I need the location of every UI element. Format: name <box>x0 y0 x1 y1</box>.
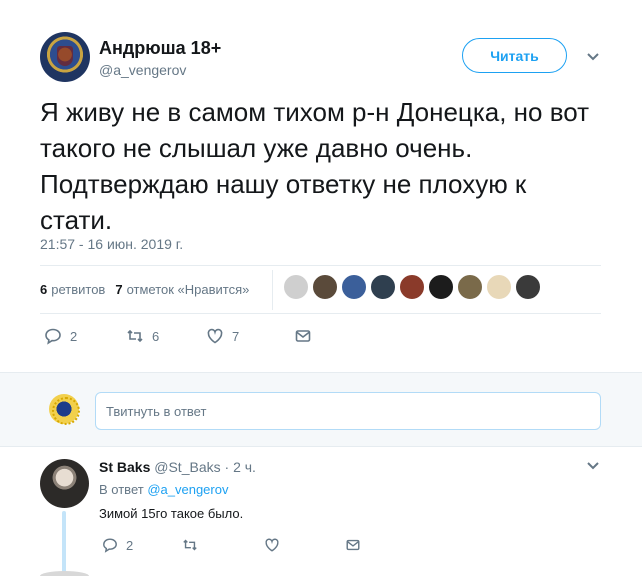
stats-separator <box>272 270 273 310</box>
tweet-actions: 2 6 7 <box>44 327 312 345</box>
liker-avatar[interactable] <box>515 274 541 300</box>
envelope-icon <box>295 330 311 342</box>
like-count: 7 <box>232 328 240 344</box>
retweet-icon <box>183 539 197 551</box>
reply-time[interactable]: 2 ч. <box>233 459 256 475</box>
next-reply-avatar <box>40 571 89 576</box>
likes-count: 7 <box>115 282 123 297</box>
reply-context-prefix: В ответ <box>99 482 144 497</box>
reply-icon <box>103 538 117 553</box>
current-user-avatar <box>49 394 80 425</box>
retweets-stat[interactable]: 6 ретвитов <box>40 282 105 297</box>
liker-avatar[interactable] <box>341 274 367 300</box>
retweets-count: 6 <box>40 282 48 297</box>
retweet-action[interactable] <box>182 537 264 553</box>
reply-icon <box>45 328 61 345</box>
author-handle[interactable]: @a_vengerov <box>99 62 186 78</box>
liker-avatar[interactable] <box>399 274 425 300</box>
likes-label: отметок «Нравится» <box>126 282 250 297</box>
chevron-down-icon[interactable] <box>586 52 600 62</box>
likers-avatars <box>283 274 544 300</box>
reply-action[interactable]: 2 <box>102 537 182 553</box>
main-tweet: Андрюша 18+ @a_vengerov Читать Я живу не… <box>0 0 642 372</box>
thread-line <box>62 511 66 576</box>
envelope-icon <box>346 539 360 551</box>
retweet-count: 6 <box>152 328 160 344</box>
liker-avatar[interactable] <box>428 274 454 300</box>
reply-actions: 2 <box>102 537 361 553</box>
likes-stat[interactable]: 7 отметок «Нравится» <box>115 282 249 297</box>
reply-compose: Твитнуть в ответ <box>0 372 642 447</box>
reply-context-link[interactable]: @a_vengerov <box>147 482 228 497</box>
author-name[interactable]: Андрюша 18+ <box>99 38 221 59</box>
liker-avatar[interactable] <box>486 274 512 300</box>
liker-avatar[interactable] <box>370 274 396 300</box>
retweets-label: ретвитов <box>51 282 106 297</box>
reply-author-name[interactable]: St Baks <box>99 459 150 475</box>
heart-icon <box>265 538 279 552</box>
reply-author-handle[interactable]: @St_Baks <box>154 459 220 475</box>
heart-icon <box>207 328 223 344</box>
tweet-stats: 6 ретвитов 7 отметок «Нравится» <box>40 282 249 297</box>
retweet-action[interactable]: 6 <box>126 327 206 345</box>
reply-header: St Baks @St_Baks · 2 ч. <box>99 459 256 475</box>
reply-count: 2 <box>70 328 78 344</box>
like-action[interactable]: 7 <box>206 327 294 345</box>
tweet-timestamp[interactable]: 21:57 - 16 июн. 2019 г. <box>40 236 183 252</box>
message-action[interactable] <box>294 327 312 345</box>
reply-text: Зимой 15го такое было. <box>99 506 244 521</box>
chevron-down-icon[interactable] <box>586 461 600 471</box>
tweet-text: Я живу не в самом тихом р-н Донецка, но … <box>40 97 590 235</box>
reply-context: В ответ @a_vengerov <box>99 482 228 497</box>
liker-avatar[interactable] <box>457 274 483 300</box>
retweet-icon <box>127 329 143 343</box>
reply-dot: · <box>224 459 230 475</box>
reply-input[interactable]: Твитнуть в ответ <box>95 392 601 430</box>
follow-button[interactable]: Читать <box>462 38 567 73</box>
divider <box>40 313 601 314</box>
reply-tweet[interactable]: St Baks @St_Baks · 2 ч. В ответ @a_venge… <box>0 447 642 576</box>
divider <box>40 265 601 266</box>
message-action[interactable] <box>345 537 361 553</box>
liker-avatar[interactable] <box>283 274 309 300</box>
reply-action[interactable]: 2 <box>44 327 126 345</box>
like-action[interactable] <box>264 537 345 553</box>
reply-count: 2 <box>126 537 134 553</box>
reply-author-avatar[interactable] <box>40 459 89 508</box>
author-avatar[interactable] <box>40 32 90 82</box>
liker-avatar[interactable] <box>312 274 338 300</box>
